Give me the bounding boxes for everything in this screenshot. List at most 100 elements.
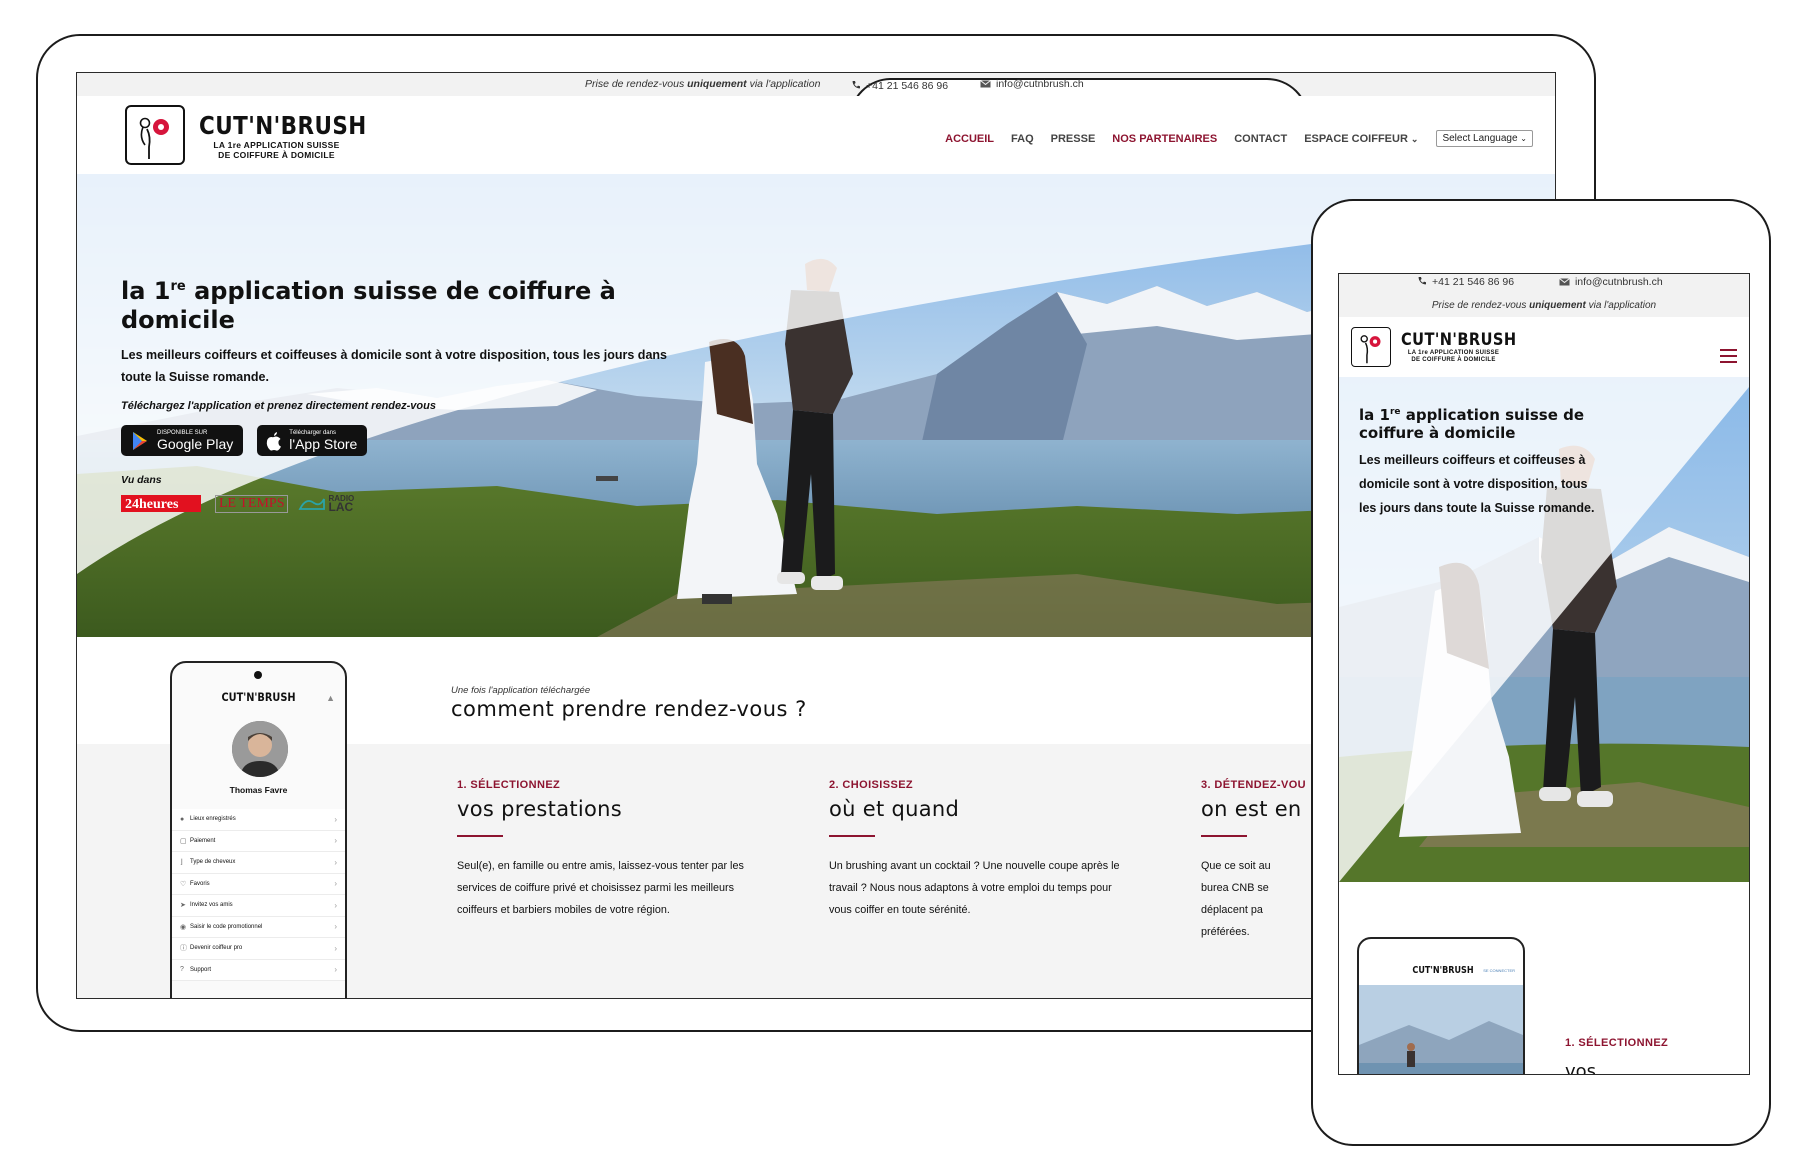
app-phone-mockup: CUT'N'BRUSH ▲ Thomas Favre ● Lieux enregi… xyxy=(170,661,347,998)
mail-icon xyxy=(980,80,991,88)
nav-item-presse[interactable]: PRESSE xyxy=(1051,133,1096,145)
step-2-text: Un brushing avant un cocktail ? Une nouv… xyxy=(829,860,1120,916)
press-logos: 24heures LE TEMPS RADIO LAC xyxy=(121,494,681,513)
brand-name: CUT'N'BRUSH xyxy=(199,110,367,140)
nav-item-accueil[interactable]: ACCUEIL xyxy=(945,133,994,145)
nav-item-partenaires[interactable]: NOS PARTENAIRES xyxy=(1112,133,1217,145)
chevron-right-icon: › xyxy=(334,836,337,846)
hero-title: la 1re application suisse de coiffure à … xyxy=(121,277,616,334)
app-menu-item[interactable]: ♡ Favoris › xyxy=(172,873,345,895)
app-menu-item[interactable]: ? Support › xyxy=(172,959,345,981)
app-menu-item[interactable]: ⌋ Type de cheveux › xyxy=(172,852,345,874)
app-connect-link[interactable]: SE CONNECTER xyxy=(1483,968,1515,973)
steps-kicker: Une fois l'application téléchargée xyxy=(451,685,591,696)
chevron-right-icon: › xyxy=(334,879,337,889)
promo-icon: ◉ xyxy=(180,923,187,931)
step-1-text: Seul(e), en famille ou entre amis, laiss… xyxy=(457,860,744,916)
app-user-name: Thomas Favre xyxy=(229,785,288,795)
info-icon: ⓘ xyxy=(180,945,187,953)
camera-dot xyxy=(254,671,262,679)
mobile-hero: la 1re application suisse de coiffure à … xyxy=(1339,377,1749,882)
step-1-number: 1. SÉLECTIONNEZ xyxy=(457,779,561,791)
step-3-heading: on est en xyxy=(1201,797,1302,821)
chevron-right-icon: › xyxy=(334,857,337,867)
app-menu-item[interactable]: ➤ Invitez vos amis › xyxy=(172,895,345,917)
mobile-step-1-heading: vos xyxy=(1565,1061,1597,1075)
phone-icon xyxy=(852,81,860,89)
app-menu-list: ● Lieux enregistrés › ▢ Paiement › ⌋ Type de … xyxy=(172,809,345,981)
mobile-step-1-number: 1. SÉLECTIONNEZ xyxy=(1565,1037,1669,1049)
step-1-heading: vos prestations xyxy=(457,797,623,821)
press-logo-24heures[interactable]: 24heures xyxy=(121,495,201,512)
logo-mark-icon xyxy=(1351,327,1391,367)
mobile-hero-copy: la 1re application suisse de coiffure à … xyxy=(1359,403,1599,520)
chevron-right-icon: › xyxy=(334,900,337,910)
step-3-divider xyxy=(1201,835,1247,837)
download-cta: Téléchargez l'application et prenez dire… xyxy=(121,400,436,412)
hero-description: Les meilleurs coiffeurs et coiffeuses à … xyxy=(121,348,667,384)
step-2-heading: où et quand xyxy=(829,797,960,821)
pin-icon: ● xyxy=(180,815,185,823)
step-3: 3. DÉTENDEZ-VOU on est en Que ce soit au… xyxy=(1201,779,1306,943)
press-logo-le-temps[interactable]: LE TEMPS xyxy=(215,494,289,513)
app-menu-item[interactable]: ⓘ Devenir coiffeur pro › xyxy=(172,938,345,960)
app-menu-item[interactable]: ● Lieux enregistrés › xyxy=(172,809,345,831)
main-nav: ACCUEIL FAQ PRESSE NOS PARTENAIRES CONTA… xyxy=(928,130,1533,147)
mail-icon xyxy=(1559,278,1570,286)
mobile-hero-description: Les meilleurs coiffeurs et coiffeuses à … xyxy=(1359,453,1595,515)
heart-icon: ♡ xyxy=(180,880,187,888)
app-menu-item[interactable]: ▢ Paiement › xyxy=(172,830,345,852)
language-select[interactable]: Select Language ⌄ xyxy=(1436,130,1533,147)
mobile-step-1: 1. SÉLECTIONNEZ vos xyxy=(1565,1037,1669,1075)
logo-mark-icon xyxy=(125,105,185,165)
chevron-right-icon: › xyxy=(334,814,337,824)
nav-item-contact[interactable]: CONTACT xyxy=(1234,133,1287,145)
site-header: CUT'N'BRUSH LA 1re APPLICATION SUISSE DE … xyxy=(77,96,1555,174)
seen-in-label: Vu dans xyxy=(121,474,162,486)
avatar xyxy=(232,721,288,777)
nav-item-espace-coiffeur[interactable]: ESPACE COIFFEUR ⌄ xyxy=(1304,133,1418,145)
phone-icon xyxy=(1418,277,1426,285)
step-1-divider xyxy=(457,835,503,837)
help-icon: ? xyxy=(180,966,184,974)
press-logo-radio-lac[interactable]: RADIO LAC xyxy=(298,494,354,513)
mobile-hero-title: la 1re application suisse de coiffure à … xyxy=(1359,406,1585,442)
mobile-app-mockup: CUT'N'BRUSH SE CONNECTER xyxy=(1357,937,1525,1074)
hair-icon: ⌋ xyxy=(180,859,183,867)
google-play-badge[interactable]: DISPONIBLE SUR Google Play xyxy=(121,425,244,456)
steps-title: comment prendre rendez-vous ? xyxy=(451,697,807,721)
brand-logo[interactable]: CUT'N'BRUSH LA 1re APPLICATION SUISSE DE … xyxy=(125,105,394,165)
nav-item-faq[interactable]: FAQ xyxy=(1011,133,1034,145)
chevron-right-icon: › xyxy=(334,943,337,953)
card-icon: ▢ xyxy=(180,837,187,845)
apple-icon xyxy=(267,431,282,451)
store-badges: DISPONIBLE SUR Google Play Télécharger da… xyxy=(121,425,681,456)
chevron-right-icon: › xyxy=(334,922,337,932)
app-store-badge[interactable]: Télécharger dans l'App Store xyxy=(257,425,368,456)
step-1: 1. SÉLECTIONNEZ vos prestations Seul(e),… xyxy=(457,779,757,921)
mobile-header: CUT'N'BRUSH LA 1re APPLICATION SUISSE DE … xyxy=(1339,317,1749,377)
share-icon: ➤ xyxy=(180,902,186,910)
hamburger-menu-icon[interactable] xyxy=(1720,349,1737,367)
mobile-top-info-bar: +41 21 546 86 96 info@cutnbrush.ch Prise… xyxy=(1339,274,1749,317)
google-play-icon xyxy=(133,431,147,450)
brand-name: CUT'N'BRUSH xyxy=(1401,330,1517,350)
brand-tagline: LA 1re APPLICATION SUISSE DE COIFFURE À D… xyxy=(1407,350,1500,363)
top-info-bar: Prise de rendez-vous uniquement via l'ap… xyxy=(77,73,1555,998)
chevron-down-icon: ⌄ xyxy=(1410,133,1419,144)
bell-icon: ▲ xyxy=(326,693,335,703)
app-brand: CUT'N'BRUSH xyxy=(1412,965,1474,976)
chevron-down-icon: ⌄ xyxy=(1520,134,1527,143)
phone-contact[interactable]: +41 21 546 86 96 xyxy=(1417,276,1514,288)
app-menu-item[interactable]: ◉ Saisir le code promotionnel › xyxy=(172,916,345,938)
hero-copy: la 1re application suisse de coiffure à … xyxy=(121,272,681,513)
email-contact[interactable]: info@cutnbrush.ch xyxy=(980,78,1084,90)
step-3-text: Que ce soit au burea CNB se déplacent pa… xyxy=(1201,860,1271,938)
mobile-screen: +41 21 546 86 96 info@cutnbrush.ch Prise… xyxy=(1338,273,1750,1075)
app-hero-photo xyxy=(1359,985,1523,1074)
brand-logo[interactable]: CUT'N'BRUSH LA 1re APPLICATION SUISSE DE … xyxy=(1351,327,1535,367)
email-contact[interactable]: info@cutnbrush.ch xyxy=(1559,276,1663,288)
app-brand: CUT'N'BRUSH xyxy=(221,690,296,704)
brand-tagline: LA 1re APPLICATION SUISSE DE COIFFURE À D… xyxy=(213,139,340,160)
booking-tagline: Prise de rendez-vous uniquement via l'ap… xyxy=(1431,300,1657,311)
